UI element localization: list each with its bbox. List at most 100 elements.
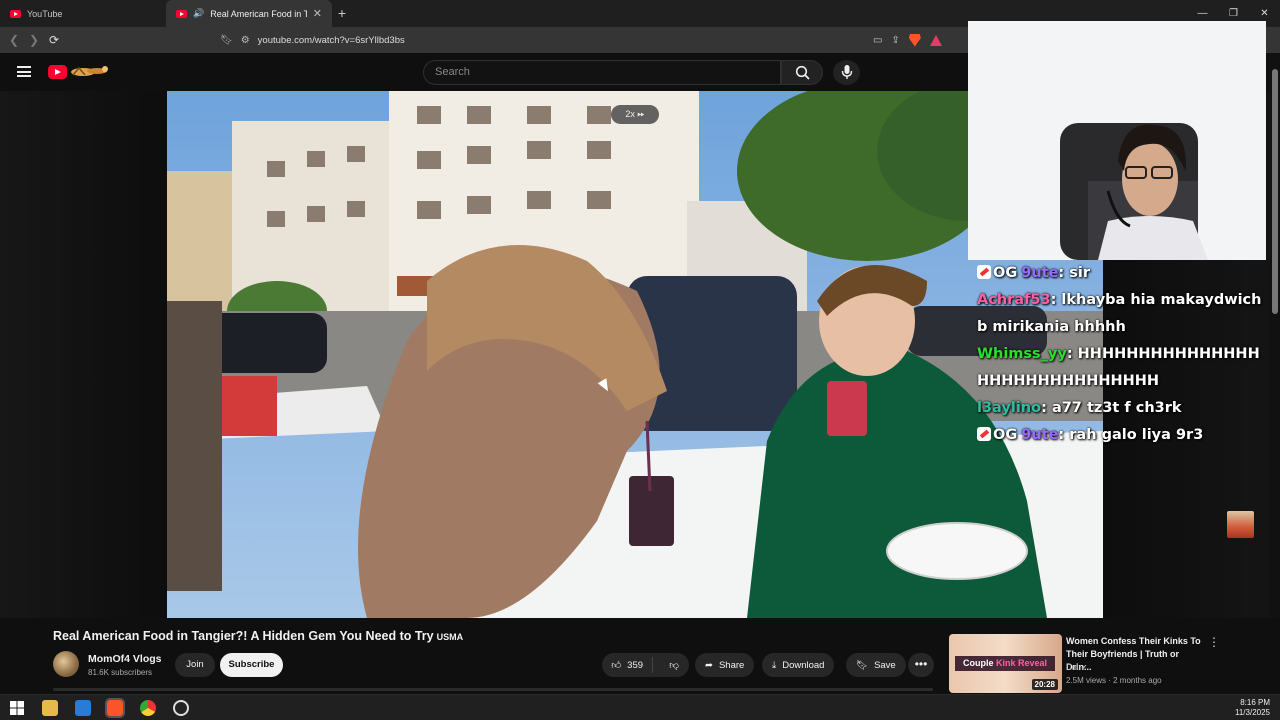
reload-button[interactable]: ⟳ — [44, 33, 64, 47]
thumbs-up-icon: 👍︎ — [611, 660, 622, 671]
more-actions-button[interactable]: ••• — [908, 653, 934, 677]
windows-taskbar: 8:16 PM 11/3/2025 — [0, 694, 1280, 720]
brave-browser-icon[interactable] — [105, 698, 125, 718]
share-label: Share — [718, 659, 745, 671]
video-player[interactable] — [167, 91, 1103, 618]
moderator-badge-icon — [977, 427, 991, 441]
cast-icon[interactable]: ▭ — [873, 35, 882, 46]
tab-title: YouTube — [27, 8, 63, 19]
like-count: 359 — [627, 659, 644, 671]
chat-username: 9ute — [1021, 265, 1059, 281]
more-horizontal-icon: ••• — [914, 657, 928, 671]
save-label: Save — [874, 659, 896, 671]
thumbs-down-icon: 👎︎ — [669, 660, 679, 671]
thumbnail-caption: Couple Kink Reveal — [955, 656, 1055, 671]
stream-chat-overlay: OG 9ute: sir Achraf53: lkhayba hia makayd… — [977, 260, 1267, 449]
app-icon[interactable] — [75, 700, 91, 716]
chat-message: l3aylino: a77 tz3t f ch3rk — [977, 400, 1182, 416]
join-button[interactable]: Join — [175, 653, 215, 677]
channel-avatar[interactable] — [53, 651, 79, 677]
recommended-video-meta: 2.5M views · 2 months ago — [1066, 676, 1162, 685]
recommended-channel[interactable]: Cut ✔ — [1066, 663, 1087, 672]
share-icon: ➦ — [705, 659, 713, 671]
webcam-overlay — [968, 21, 1266, 260]
menu-icon[interactable] — [17, 66, 31, 77]
video-duration: 20:28 — [1031, 679, 1058, 690]
back-button[interactable]: ❮ — [4, 33, 24, 47]
download-label: Download — [782, 659, 825, 671]
page-scrollbar[interactable] — [1270, 53, 1280, 693]
chat-message: OG 9ute: sir — [977, 260, 1267, 287]
youtube-doodle-icon[interactable] — [69, 63, 111, 81]
like-button[interactable]: 👍︎ 359 — [602, 657, 654, 673]
chat-username: Achraf53 — [977, 292, 1051, 308]
video-frame-image — [167, 91, 1103, 618]
scrollbar-thumb[interactable] — [1272, 69, 1278, 314]
og-badge: OG — [993, 265, 1018, 281]
youtube-favicon-icon — [176, 9, 187, 18]
close-tab-icon[interactable]: ✕ — [313, 7, 322, 20]
file-explorer-icon[interactable] — [42, 700, 58, 716]
youtube-header: Search — [0, 53, 968, 91]
chat-username: l3aylino — [977, 400, 1042, 416]
forward-button[interactable]: ❯ — [24, 33, 44, 47]
subscriber-count: 81.6K subscribers — [88, 668, 153, 677]
corner-thumbnail[interactable] — [1227, 511, 1254, 538]
playback-speed-indicator: 2x ⏩︎ — [611, 105, 659, 124]
og-badge: OG — [993, 427, 1018, 443]
verified-check-icon: ✔ — [1080, 663, 1088, 672]
toolbar-actions: ▭ ⇪ — [873, 27, 942, 53]
tab-youtube[interactable]: YouTube — [0, 0, 166, 27]
tab-title: Real American Food in Tangie — [210, 8, 307, 19]
bookmark-icon[interactable]: 🔖︎ — [220, 35, 233, 46]
tab-current-video[interactable]: 🔊 Real American Food in Tangie ✕ — [166, 0, 332, 27]
new-tab-button[interactable]: + — [332, 0, 352, 27]
brave-shields-icon[interactable] — [908, 33, 921, 47]
video-title: Real American Food in Tangier?! A Hidden… — [53, 629, 463, 643]
thumbnail-caption-white: Couple — [962, 658, 996, 668]
chrome-icon[interactable] — [140, 700, 156, 716]
youtube-favicon-icon — [10, 9, 21, 18]
windows-start-icon[interactable] — [9, 700, 25, 716]
description-box-edge — [53, 688, 933, 691]
save-button[interactable]: 🔖︎ Save — [846, 653, 906, 677]
share-page-icon[interactable]: ⇪ — [891, 35, 899, 46]
like-dislike-group: 👍︎ 359 👎︎ — [602, 653, 689, 677]
chat-username: 9ute — [1021, 427, 1059, 443]
system-clock[interactable]: 8:16 PM 11/3/2025 — [1235, 698, 1270, 718]
chat-text: a77 tz3t f ch3rk — [1051, 400, 1182, 416]
recommendation-menu-icon[interactable]: ⋮ — [1208, 635, 1220, 649]
brave-rewards-icon[interactable] — [929, 34, 942, 46]
search-input[interactable]: Search — [423, 60, 781, 85]
speaker-icon: 🔊 — [193, 8, 205, 18]
chat-username: Whimss_yy — [977, 346, 1067, 362]
bookmark-add-icon: 🔖︎ — [856, 659, 869, 671]
youtube-logo-icon[interactable] — [48, 65, 67, 79]
chat-message: Achraf53: lkhayba hia makaydwich b mirik… — [977, 292, 1262, 335]
recommended-channel-name: Cut — [1066, 663, 1079, 672]
microphone-icon — [841, 65, 853, 79]
moderator-badge-icon — [977, 265, 991, 279]
dislike-button[interactable]: 👎︎ — [659, 659, 689, 671]
chat-text: sir — [1069, 265, 1091, 281]
chat-message: Whimss_yy: HHHHHHHHHHHHHHHHHHHHHHHHHHHHH… — [977, 346, 1260, 389]
address-bar[interactable]: 🔖︎ ⚙ youtube.com/watch?v=6srYllbd3bs — [220, 31, 962, 50]
voice-search-button[interactable] — [833, 60, 860, 85]
clock-time: 8:16 PM — [1240, 698, 1270, 707]
video-title-text: Real American Food in Tangier?! A Hidden… — [53, 629, 434, 643]
recommended-video-thumbnail[interactable]: Couple Kink Reveal 20:28 — [949, 634, 1062, 693]
channel-name[interactable]: MomOf4 Vlogs — [88, 653, 162, 665]
search-button[interactable] — [781, 60, 823, 85]
share-button[interactable]: ➦ Share — [695, 653, 755, 677]
subscribe-button[interactable]: Subscribe — [220, 653, 283, 677]
download-button[interactable]: ⤓ Download — [762, 653, 835, 677]
clock-date: 11/3/2025 — [1235, 708, 1270, 717]
download-icon: ⤓ — [772, 659, 777, 671]
search-icon — [795, 65, 810, 80]
chat-message: OG 9ute: rah galo liya 9r3 — [977, 422, 1267, 449]
streamer-webcam-image — [968, 21, 1266, 260]
obs-icon[interactable] — [173, 700, 189, 716]
video-title-suffix: USMA — [436, 632, 464, 642]
site-settings-icon[interactable]: ⚙ — [241, 35, 250, 46]
chat-text: rah galo liya 9r3 — [1069, 427, 1204, 443]
